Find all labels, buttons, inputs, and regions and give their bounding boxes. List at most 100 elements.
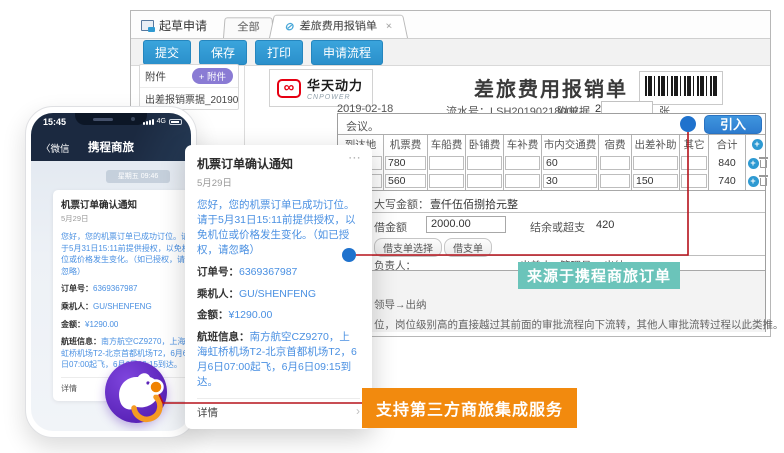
source-callout-label: 来源于携程商旅订单: [518, 262, 680, 289]
ctrip-logo: [105, 361, 167, 423]
col-city-transport: 市内交通费: [542, 135, 599, 154]
phone-mockup: 15:45 4G 〈微信 携程商旅 星期五 09:46 机票订单确认通知 5月2…: [25, 106, 197, 438]
flow-line-2: 位，岗位级别高的直接越过其前面的审批流程向下流转，其他人审批流转过程以此类推。: [374, 317, 784, 332]
add-row-icon[interactable]: +: [748, 158, 759, 169]
col-other: 其它: [680, 135, 709, 154]
toolbar: 提交 保存 打印 申请流程: [131, 39, 770, 66]
tab-document-icon: ⊘: [283, 16, 296, 38]
phone-screen: 15:45 4G 〈微信 携程商旅 星期五 09:46 机票订单确认通知 5月2…: [31, 113, 191, 431]
notification-body: 您好，您的机票订单已成功订位。请于5月31日15:11前提供授权，以免机位或价格…: [61, 231, 191, 277]
screenshot-canvas: 起草申请 全部 ⊘ 差旅费用报销单 × 提交 保存 打印 申请流程 附件 + 附…: [0, 0, 784, 453]
cell-input[interactable]: [633, 156, 678, 170]
cell-input[interactable]: [429, 174, 464, 188]
print-button[interactable]: 打印: [255, 40, 303, 65]
col-airfare: 机票费: [384, 135, 428, 154]
cell-input[interactable]: [681, 174, 707, 188]
table-row: 780 60 840 +: [338, 154, 765, 172]
flight-info-label: 航班信息：: [61, 337, 101, 346]
cell-input[interactable]: [467, 174, 502, 188]
order-no-label: 订单号：: [61, 284, 93, 293]
col-total: 合计: [709, 135, 746, 154]
cell-input[interactable]: [681, 156, 707, 170]
amount-label: 金额：: [197, 309, 229, 321]
passenger-value: GU/SHENFENG: [239, 288, 316, 300]
trip-reason-fragment: 会议。: [346, 118, 379, 134]
order-no-label: 订单号：: [197, 266, 239, 278]
col-lodging: 宿费: [599, 135, 632, 154]
barcode: [639, 71, 723, 105]
import-row: 会议。 引入: [338, 114, 765, 135]
cell-input[interactable]: 560: [385, 174, 426, 188]
col-sleeper: 卧铺费: [466, 135, 504, 154]
notification-popup: ⋯ 机票订单确认通知 5月29日 您好，您的机票订单已成功订位。请于5月31日1…: [185, 145, 372, 429]
col-car-subsidy: 车补费: [504, 135, 542, 154]
support-callout-label: 支持第三方商旅集成服务: [362, 388, 577, 428]
add-row-icon[interactable]: +: [748, 176, 759, 187]
amount-in-words-row: 大写金额： 壹仟伍佰捌拾元整: [338, 190, 765, 212]
cell-input[interactable]: 780: [385, 156, 426, 170]
battery-icon: [169, 119, 182, 125]
phone-header: 15:45 4G 〈微信 携程商旅: [31, 113, 191, 161]
import-button[interactable]: 引入: [704, 115, 762, 134]
phone-notch: [75, 113, 147, 125]
tab-close-icon[interactable]: ×: [384, 16, 394, 38]
chevron-right-icon: ›: [356, 405, 360, 420]
draft-app-icon: [141, 20, 154, 31]
attachments-panel: 附件 + 附件 出差报销票据_20190219j...: [139, 64, 239, 110]
amount-words-label: 大写金额：: [374, 196, 429, 212]
cell-input[interactable]: 150: [633, 174, 678, 188]
popup-title: 机票订单确认通知: [197, 155, 360, 172]
add-attachment-button[interactable]: + 附件: [192, 68, 233, 84]
cell-input[interactable]: 30: [543, 174, 597, 188]
tab-bar: 起草申请 全部 ⊘ 差旅费用报销单 ×: [131, 11, 770, 39]
loan-buttons-row: 借支单选择 借支单: [338, 237, 765, 255]
cell-input[interactable]: [467, 156, 502, 170]
cell-input[interactable]: [505, 156, 540, 170]
more-options-icon[interactable]: ⋯: [348, 150, 362, 166]
add-row-icon[interactable]: +: [752, 139, 763, 150]
save-button[interactable]: 保存: [199, 40, 247, 65]
cell-input[interactable]: 60: [543, 156, 597, 170]
signal-icon: [143, 119, 154, 125]
infinity-logo-icon: ∞: [277, 79, 301, 98]
nav-draft-application[interactable]: 起草申请: [141, 17, 207, 34]
notification-date: 5月29日: [61, 213, 191, 224]
loan-label: 借金额: [374, 219, 407, 235]
col-boat: 车船费: [428, 135, 466, 154]
cell-input[interactable]: [600, 174, 630, 188]
passenger-label: 乘机人：: [61, 302, 93, 311]
passenger-value: GU/SHENFENG: [93, 302, 152, 311]
submit-button[interactable]: 提交: [143, 40, 191, 65]
app-title: 携程商旅: [31, 139, 191, 155]
delete-row-icon[interactable]: [760, 160, 767, 168]
network-label: 4G: [157, 118, 166, 125]
tab-expense-form[interactable]: ⊘ 差旅费用报销单 ×: [269, 15, 408, 38]
company-name: 华天动力: [307, 75, 363, 94]
passenger-label: 乘机人：: [197, 288, 239, 300]
speaker-slot-icon: [93, 118, 113, 121]
cell-input[interactable]: [600, 156, 630, 170]
loan-row: 借金额 2000.00 结余或超支 420: [338, 212, 765, 237]
apply-flow-button[interactable]: 申请流程: [311, 40, 383, 65]
chat-timestamp: 星期五 09:46: [106, 170, 170, 183]
col-allowance: 出差补助: [632, 135, 680, 154]
cell-input[interactable]: [429, 156, 464, 170]
balance-label: 结余或超支: [530, 219, 585, 235]
delete-row-icon[interactable]: [760, 178, 767, 186]
detail-label: 详情: [197, 405, 218, 420]
flight-info-label: 航班信息：: [197, 331, 250, 343]
tab-expense-label: 差旅费用报销单: [298, 16, 379, 38]
amount-label: 金额：: [61, 320, 85, 329]
camera-dot-icon: [131, 117, 135, 121]
expense-form-table: 会议。 引入 到达地 机票费 车船费 卧铺费 车补费 市内交通费 宿费 出差补助…: [337, 113, 766, 332]
order-no-value: 6369367987: [93, 284, 138, 293]
tab-all[interactable]: 全部: [223, 17, 274, 38]
popup-detail-link[interactable]: 详情 ›: [197, 398, 360, 420]
loan-amount-field[interactable]: 2000.00: [426, 216, 506, 233]
order-no-value: 6369367987: [239, 266, 297, 278]
flow-line-1: 领导→出纳: [374, 297, 427, 312]
amount-value: ¥1290.00: [229, 309, 273, 321]
form-title: 差旅费用报销单: [431, 73, 671, 102]
cell-input[interactable]: [505, 174, 540, 188]
table-header-row: 到达地 机票费 车船费 卧铺费 车补费 市内交通费 宿费 出差补助 其它 合计 …: [338, 135, 765, 154]
